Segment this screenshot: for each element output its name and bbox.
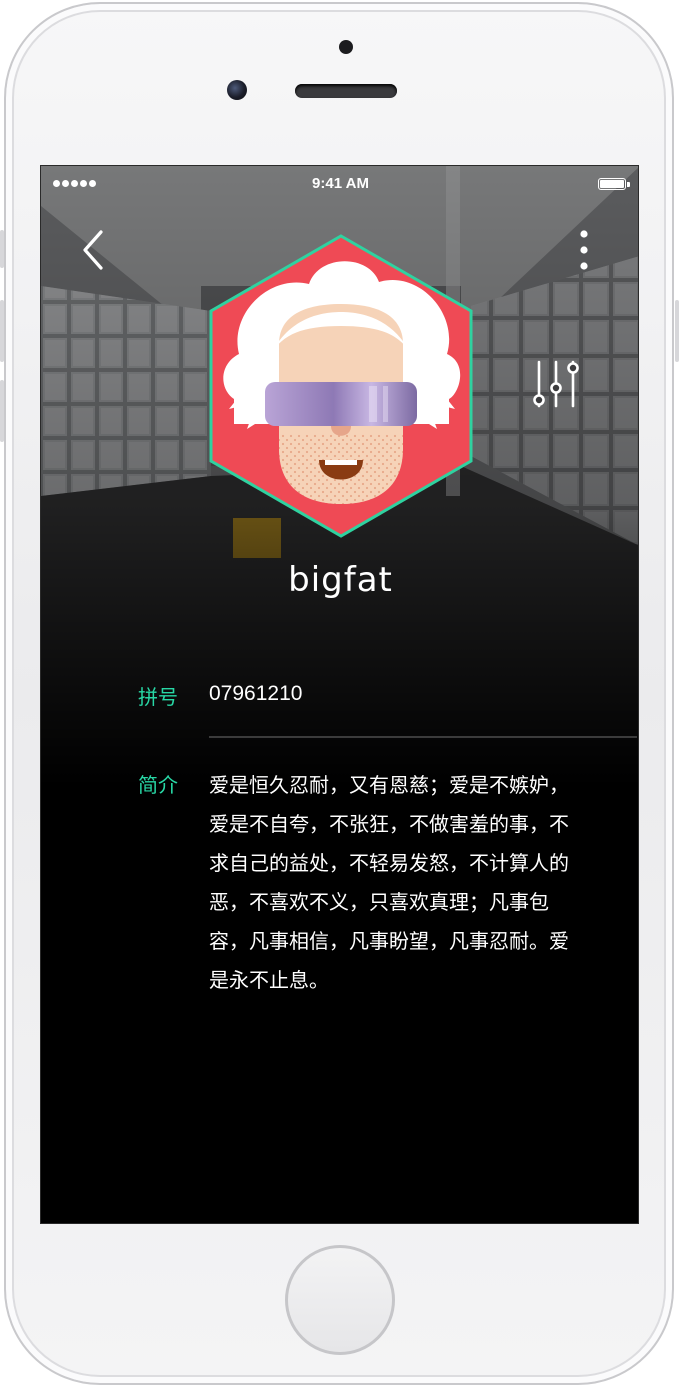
status-time: 9:41 AM	[312, 175, 369, 192]
bio-label: 简介	[138, 773, 178, 797]
bio-text: 爱是恒久忍耐，又有恩慈；爱是不嫉妒，爱是不自夸，不张狂，不做害羞的事，不求自己的…	[209, 773, 569, 992]
profile-avatar[interactable]	[209, 234, 473, 538]
pin-id-label: 拼号	[138, 685, 178, 709]
back-button[interactable]	[79, 228, 109, 272]
volume-down-button	[0, 380, 4, 442]
hexagon-avatar-icon	[209, 234, 473, 538]
home-button[interactable]	[285, 1245, 395, 1355]
username: bigfat	[288, 560, 393, 600]
power-button	[675, 300, 679, 362]
front-camera	[227, 80, 247, 100]
profile-header: 9:41 AM bigfat	[41, 166, 638, 786]
section-divider	[209, 736, 637, 738]
chevron-left-icon	[83, 230, 103, 270]
sliders-icon	[533, 360, 579, 408]
proximity-sensor	[339, 40, 353, 54]
mute-switch	[0, 230, 4, 268]
status-bar: 9:41 AM	[41, 166, 638, 202]
battery-icon	[598, 178, 630, 190]
more-options-button[interactable]	[571, 226, 597, 274]
app-screen: 9:41 AM bigfat 拼号 07961210 简介 爱是恒久忍耐，又有恩…	[40, 165, 639, 1224]
vertical-ellipsis-icon	[580, 230, 588, 270]
earpiece-speaker	[295, 84, 397, 98]
settings-filter-button[interactable]	[531, 356, 581, 412]
pin-id-value: 07961210	[209, 682, 303, 705]
volume-up-button	[0, 300, 4, 362]
